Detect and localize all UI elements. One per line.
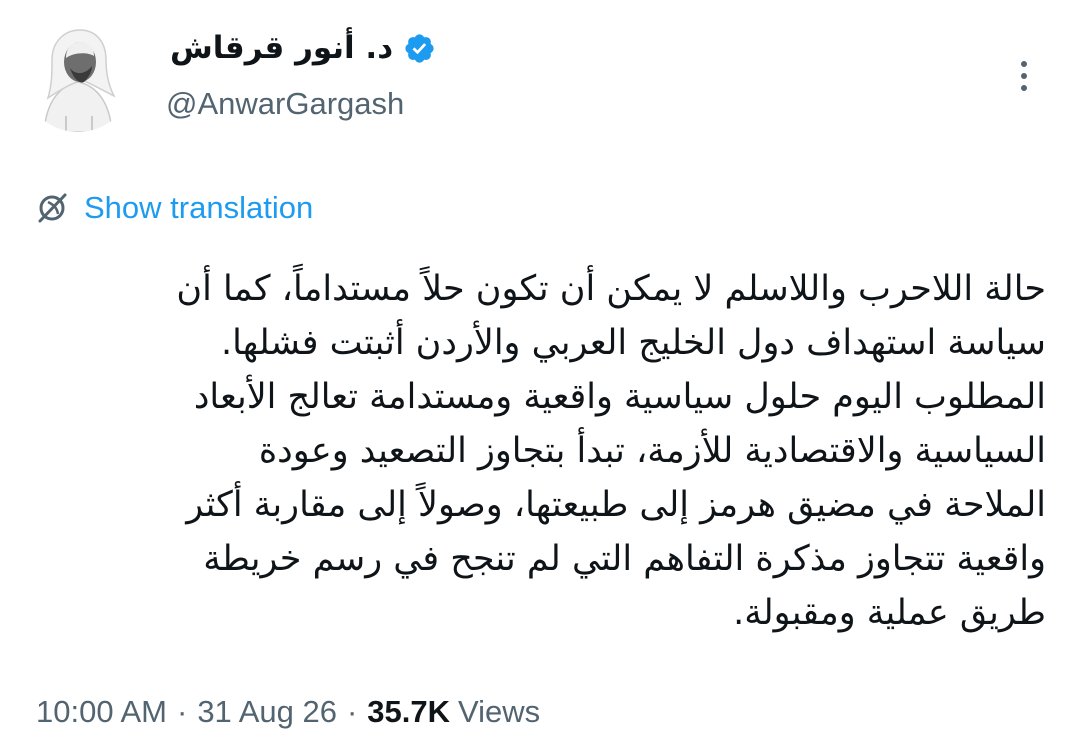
views-count[interactable]: 35.7K bbox=[367, 694, 450, 730]
verified-badge-icon[interactable] bbox=[403, 32, 436, 65]
tweet-text-line: طريق عملية ومقبولة. bbox=[733, 593, 1046, 633]
views-label[interactable]: Views bbox=[458, 694, 540, 730]
meta-separator: · bbox=[346, 694, 358, 729]
tweet-text-line: حالة اللاحرب واللاسلم لا يمكن أن تكون حل… bbox=[176, 269, 1046, 309]
tweet-text-line: واقعية تتجاوز مذكرة التفاهم التي لم تنجح… bbox=[203, 539, 1046, 579]
translate-globe-icon bbox=[38, 193, 67, 223]
more-options-button[interactable] bbox=[1004, 52, 1044, 100]
author-avatar[interactable] bbox=[22, 20, 134, 132]
author-display-name[interactable]: د. أنور قرقاش bbox=[170, 30, 393, 66]
show-translation-button[interactable]: Show translation bbox=[34, 186, 313, 230]
more-vertical-icon bbox=[1021, 61, 1027, 91]
tweet-text: حالة اللاحرب واللاسلم لا يمكن أن تكون حل… bbox=[38, 262, 1046, 640]
meta-separator: · bbox=[176, 694, 188, 729]
author-name-row[interactable]: د. أنور قرقاش bbox=[170, 24, 436, 72]
tweet-text-line: الملاحة في مضيق هرمز إلى طبيعتها، وصولاً… bbox=[186, 485, 1046, 525]
show-translation-label[interactable]: Show translation bbox=[84, 190, 313, 226]
tweet-date[interactable]: 31 Aug 26 bbox=[197, 694, 337, 730]
author-handle[interactable]: @AnwarGargash bbox=[166, 86, 404, 122]
tweet-text-line: سياسة استهداف دول الخليج العربي والأردن … bbox=[221, 323, 1046, 363]
tweet-time[interactable]: 10:00 AM bbox=[36, 694, 167, 730]
tweet-meta: 10:00 AM · 31 Aug 26 · 35.7K Views bbox=[36, 688, 540, 736]
tweet-text-line: السياسية والاقتصادية للأزمة، تبدأ بتجاوز… bbox=[258, 431, 1046, 471]
tweet-text-line: المطلوب اليوم حلول سياسية واقعية ومستدام… bbox=[193, 377, 1046, 417]
avatar-portrait-icon bbox=[22, 20, 134, 132]
